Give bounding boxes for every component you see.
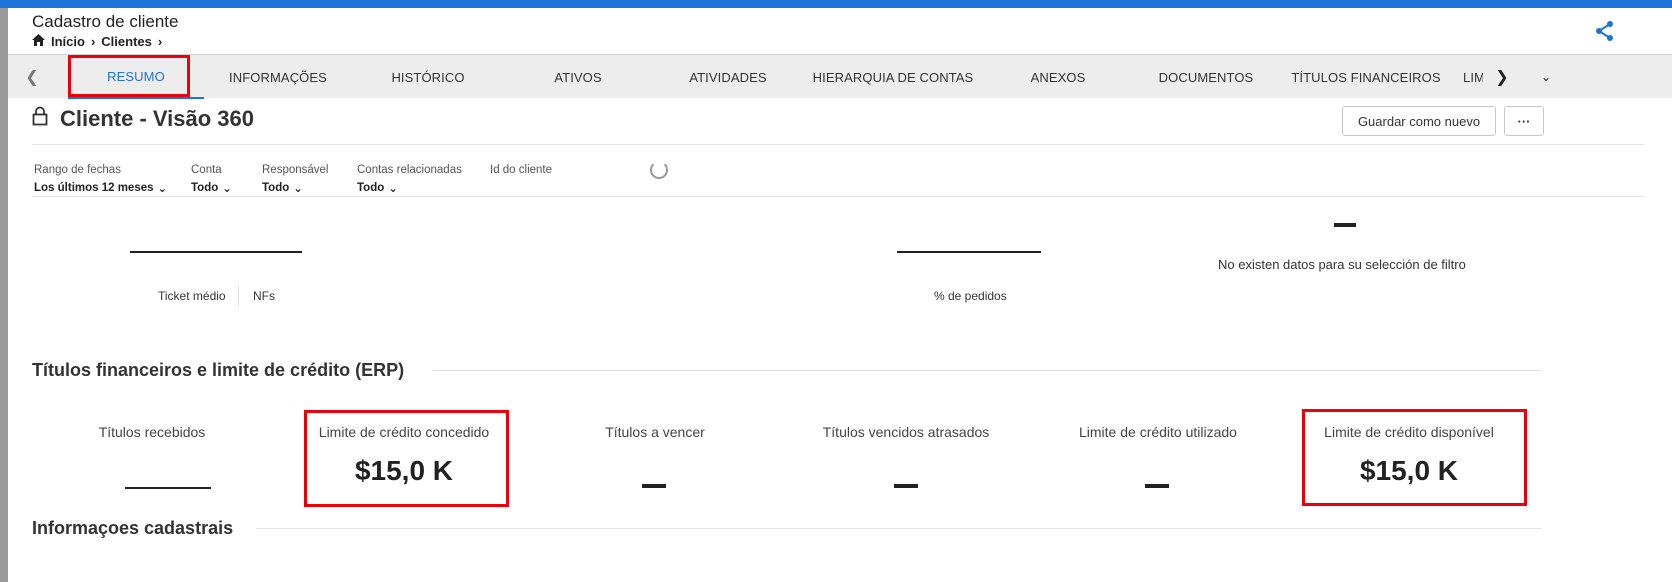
filter-value: Todo bbox=[357, 182, 385, 194]
kpi-limite-utilizado-label: Limite de crédito utilizado bbox=[1079, 424, 1237, 440]
loading-spinner-icon bbox=[650, 161, 668, 179]
empty-value-dash bbox=[1145, 484, 1169, 488]
divider bbox=[32, 196, 1644, 197]
main-frame: Cadastro de cliente Início › Clientes › … bbox=[8, 8, 1672, 582]
filter-label: Responsável bbox=[262, 164, 329, 176]
tab-informacoes[interactable]: INFORMAÇÕES bbox=[218, 55, 338, 99]
filter-value: Todo bbox=[191, 182, 219, 194]
dashboard-title: Cliente - Visão 360 bbox=[60, 106, 255, 131]
kpi-limite-concedido-label: Limite de crédito concedido bbox=[318, 424, 490, 440]
divider bbox=[32, 144, 1644, 145]
section-title-informacoes: Informaçoes cadastrais bbox=[32, 518, 234, 538]
metric-empty-line bbox=[897, 251, 1041, 253]
share-icon[interactable] bbox=[1594, 20, 1616, 42]
divider bbox=[256, 528, 1542, 529]
empty-value-dash bbox=[642, 484, 666, 488]
tab-historico[interactable]: HISTÓRICO bbox=[368, 55, 488, 99]
kpi-limite-disponivel-value: $15,0 K bbox=[1359, 455, 1459, 486]
filter-responsavel[interactable]: Responsável Todo ⌄ bbox=[262, 164, 328, 195]
chevron-down-icon: ⌄ bbox=[157, 183, 168, 195]
no-data-message: No existen datos para su selección de fi… bbox=[1218, 257, 1466, 272]
filter-label: Rango de fechas bbox=[34, 164, 121, 176]
kpi-titulos-vencidos-label: Títulos vencidos atrasados bbox=[822, 424, 990, 440]
filter-value-row: Todo ⌄ bbox=[191, 181, 232, 195]
pedidos-label: % de pedidos bbox=[934, 289, 1007, 303]
chevron-down-icon[interactable]: ⌄ bbox=[1526, 55, 1566, 99]
kpi-limite-disponivel-label: Limite de crédito disponível bbox=[1324, 424, 1494, 440]
tab-hierarquia-de-contas[interactable]: HIERARQUIA DE CONTAS bbox=[808, 55, 978, 99]
empty-value-dash bbox=[894, 484, 918, 488]
tab-atividades[interactable]: ATIVIDADES bbox=[668, 55, 788, 99]
breadcrumb-clientes[interactable]: Clientes bbox=[101, 34, 152, 49]
chevron-left-icon[interactable]: ❮ bbox=[12, 55, 52, 99]
filter-label: Contas relacionadas bbox=[357, 164, 462, 176]
filter-contas-relacionadas[interactable]: Contas relacionadas Todo ⌄ bbox=[357, 164, 462, 195]
kpi-limite-concedido-value: $15,0 K bbox=[354, 455, 454, 486]
home-icon[interactable] bbox=[32, 34, 45, 49]
chevron-right-icon: › bbox=[157, 34, 163, 49]
filter-label: Id do cliente bbox=[490, 164, 553, 176]
tab-titulos-financeiros[interactable]: TÍTULOS FINANCEIROS bbox=[1288, 55, 1444, 99]
chevron-down-icon: ⌄ bbox=[388, 183, 398, 195]
tab-documentos[interactable]: DOCUMENTOS bbox=[1146, 55, 1266, 99]
chevron-down-icon: ⌄ bbox=[293, 183, 303, 195]
tab-resumo[interactable]: RESUMO bbox=[68, 55, 204, 99]
page-title: Cadastro de cliente bbox=[32, 12, 179, 31]
chevron-right-icon[interactable]: ❯ bbox=[1482, 55, 1522, 99]
tab-anexos[interactable]: ANEXOS bbox=[998, 55, 1118, 99]
empty-value-dash bbox=[1334, 223, 1356, 227]
breadcrumb: Início › Clientes › bbox=[32, 34, 162, 49]
ticket-medio-label: Ticket médio bbox=[158, 289, 226, 303]
divider bbox=[433, 370, 1542, 371]
metric-empty-line bbox=[130, 251, 302, 253]
filter-date-range[interactable]: Rango de fechas Los últimos 12 meses ⌄ bbox=[34, 164, 167, 195]
tab-ativos[interactable]: ATIVOS bbox=[518, 55, 638, 99]
left-scroll-edge bbox=[0, 8, 8, 582]
nfs-label: NFs bbox=[253, 289, 275, 303]
filter-value: Los últimos 12 meses bbox=[34, 182, 154, 194]
filter-value-row: Todo ⌄ bbox=[262, 181, 328, 195]
kpi-titulos-recebidos-label: Títulos recebidos bbox=[98, 424, 206, 440]
chevron-right-icon: › bbox=[90, 34, 96, 49]
filter-conta[interactable]: Conta Todo ⌄ bbox=[191, 164, 232, 195]
filter-id-cliente[interactable]: Id do cliente bbox=[490, 164, 552, 176]
tab-bar: ❮ RESUMO INFORMAÇÕES HISTÓRICO ATIVOS AT… bbox=[8, 54, 1672, 99]
filter-value-row: Los últimos 12 meses ⌄ bbox=[34, 181, 167, 195]
chevron-down-icon: ⌄ bbox=[222, 183, 232, 195]
breadcrumb-home[interactable]: Início bbox=[51, 34, 85, 49]
empty-value-line bbox=[125, 487, 211, 489]
more-options-button[interactable]: ··· bbox=[1504, 106, 1544, 136]
divider bbox=[238, 286, 239, 306]
filter-label: Conta bbox=[191, 164, 222, 176]
kpi-titulos-a-vencer-label: Títulos a vencer bbox=[605, 424, 705, 440]
top-accent-bar bbox=[0, 0, 1672, 8]
lock-icon bbox=[32, 106, 48, 132]
dashboard-header: Cliente - Visão 360 bbox=[32, 106, 254, 132]
save-as-new-button[interactable]: Guardar como nuevo bbox=[1342, 106, 1496, 136]
filter-value: Todo bbox=[262, 182, 290, 194]
filter-value-row: Todo ⌄ bbox=[357, 181, 462, 195]
section-title-credito: Títulos financeiros e limite de crédito … bbox=[32, 360, 405, 380]
tab-limite[interactable]: LIM bbox=[1463, 55, 1483, 99]
